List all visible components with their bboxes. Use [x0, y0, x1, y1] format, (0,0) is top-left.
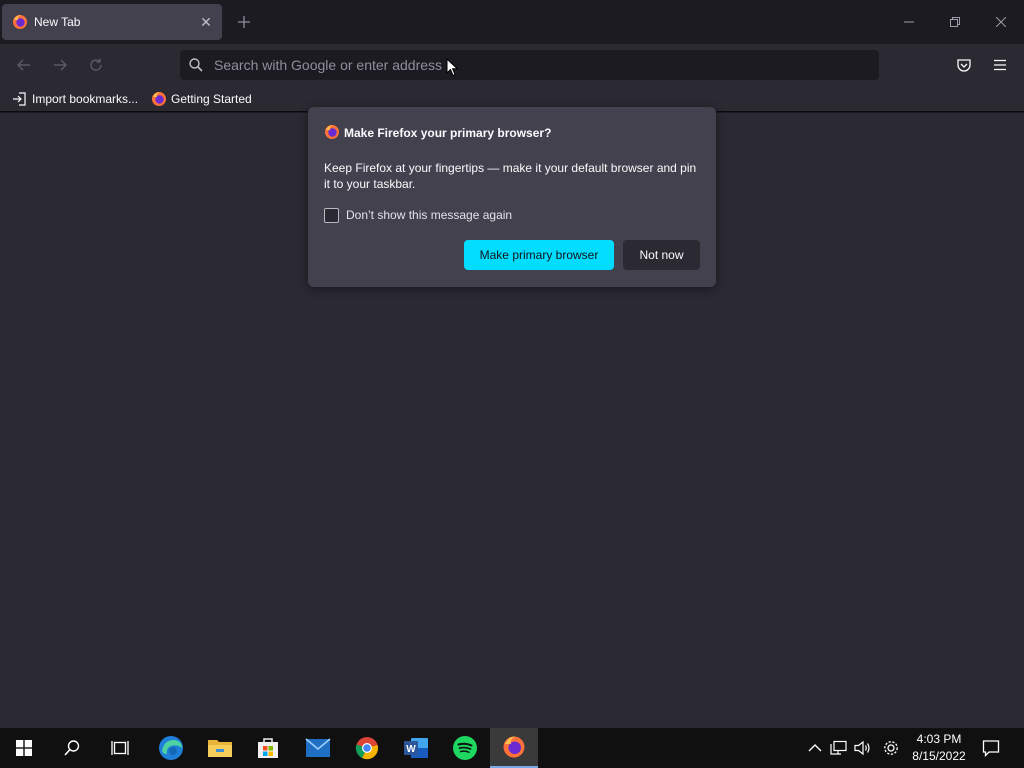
forward-arrow-icon: [54, 59, 67, 71]
firefox-icon: [152, 92, 166, 106]
windows-taskbar: W 4:03 PM 8/15/2022: [0, 728, 1024, 768]
minimize-icon: [904, 21, 914, 23]
show-hidden-icons-button[interactable]: [804, 728, 826, 768]
spotify-icon: [453, 736, 477, 760]
address-bar[interactable]: Search with Google or enter address: [180, 50, 879, 80]
hamburger-menu-icon: [994, 59, 1006, 71]
restore-icon: [950, 17, 960, 27]
svg-text:W: W: [406, 744, 416, 755]
back-button[interactable]: [11, 52, 37, 78]
close-icon: [996, 17, 1006, 27]
pocket-icon: [957, 59, 971, 72]
dialog-title: Make Firefox your primary browser?: [344, 126, 552, 140]
taskbar-edge[interactable]: [147, 728, 195, 768]
navigation-toolbar: Search with Google or enter address: [0, 44, 1024, 86]
pocket-button[interactable]: [951, 52, 977, 78]
task-view-icon: [111, 741, 129, 755]
tab-new-tab[interactable]: New Tab ✕: [2, 4, 222, 40]
clock-time: 4:03 PM: [916, 732, 962, 746]
taskbar-firefox[interactable]: [490, 728, 538, 768]
search-icon: [64, 740, 80, 756]
dialog-message: Keep Firefox at your fingertips — make i…: [324, 161, 697, 191]
default-browser-dialog: Make Firefox your primary browser? Keep …: [308, 107, 716, 287]
address-bar-placeholder: Search with Google or enter address: [214, 57, 443, 73]
taskbar-spotify[interactable]: [441, 728, 489, 768]
close-window-button[interactable]: [978, 0, 1024, 44]
task-view-button[interactable]: [96, 728, 144, 768]
reload-button[interactable]: [83, 52, 109, 78]
make-primary-browser-button[interactable]: Make primary browser: [464, 240, 614, 270]
tab-close-icon[interactable]: ✕: [194, 10, 218, 34]
bookmark-label: Import bookmarks...: [32, 92, 139, 106]
taskbar-search-button[interactable]: [48, 728, 96, 768]
taskbar-clock[interactable]: 4:03 PM 8/15/2022: [906, 731, 972, 765]
forward-button[interactable]: [47, 52, 73, 78]
clock-date: 8/15/2022: [912, 749, 966, 763]
minimize-button[interactable]: [886, 0, 932, 44]
plus-icon: [238, 16, 250, 28]
bookmark-getting-started[interactable]: Getting Started: [151, 90, 252, 108]
back-arrow-icon: [17, 59, 30, 71]
action-center-button[interactable]: [978, 728, 1004, 768]
word-icon: W: [404, 738, 428, 758]
start-button[interactable]: [0, 728, 48, 768]
dont-show-again-label[interactable]: Don’t show this message again: [346, 208, 512, 222]
notifications-icon: [982, 740, 1000, 757]
search-icon: [189, 58, 203, 72]
chrome-icon: [355, 737, 378, 760]
volume-button[interactable]: [852, 728, 874, 768]
reload-icon: [90, 58, 102, 71]
menu-button[interactable]: [987, 52, 1013, 78]
taskbar-chrome[interactable]: [343, 728, 391, 768]
network-icon: [830, 740, 847, 755]
edge-icon: [159, 736, 183, 760]
chevron-up-icon: [808, 744, 822, 752]
import-icon: [13, 92, 26, 106]
settings-icon: [884, 741, 898, 755]
tab-strip: New Tab ✕: [0, 0, 1024, 44]
new-tab-button[interactable]: [232, 10, 256, 34]
firefox-icon: [325, 125, 339, 139]
dont-show-again-checkbox[interactable]: [324, 208, 339, 223]
taskbar-microsoft-store[interactable]: [244, 728, 292, 768]
firefox-icon: [13, 15, 27, 29]
bookmark-label: Getting Started: [171, 92, 252, 106]
settings-button[interactable]: [879, 728, 903, 768]
network-button[interactable]: [828, 728, 850, 768]
microsoft-store-icon: [258, 738, 278, 758]
bookmark-import[interactable]: Import bookmarks...: [12, 90, 138, 108]
start-icon: [16, 740, 32, 756]
tab-title: New Tab: [34, 15, 81, 29]
firefox-icon: [503, 736, 525, 758]
restore-button[interactable]: [932, 0, 978, 44]
mail-icon: [305, 738, 331, 757]
taskbar-mail[interactable]: [294, 728, 342, 768]
taskbar-file-explorer[interactable]: [196, 728, 244, 768]
volume-icon: [854, 740, 870, 756]
taskbar-word[interactable]: W: [392, 728, 440, 768]
not-now-button[interactable]: Not now: [623, 240, 700, 270]
mouse-cursor-icon: [446, 58, 458, 77]
file-explorer-icon: [208, 740, 232, 757]
